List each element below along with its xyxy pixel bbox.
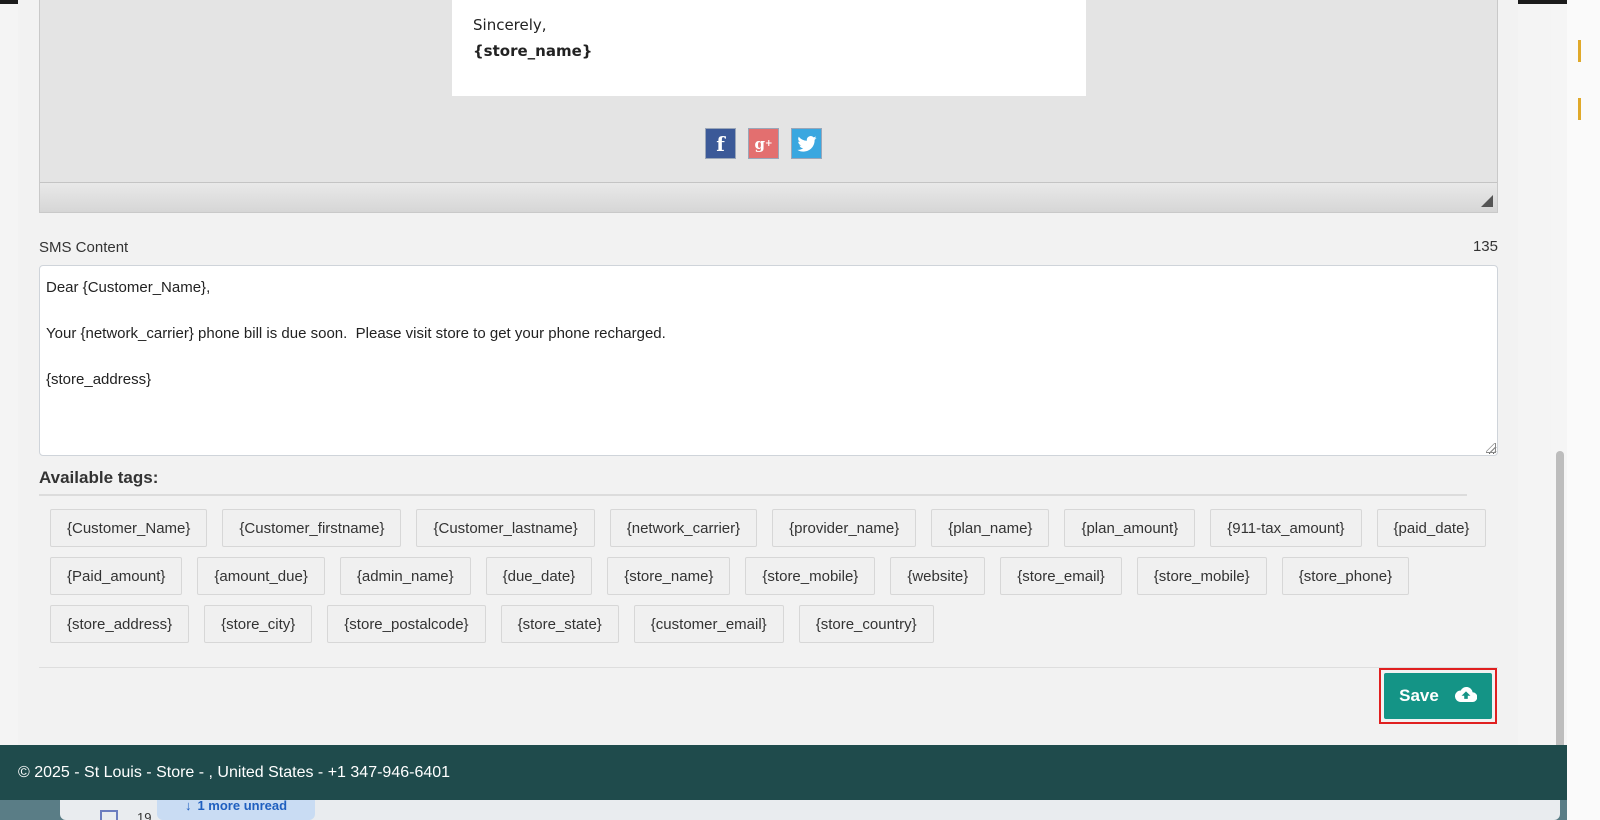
- tag-chip[interactable]: {Customer_lastname}: [416, 509, 595, 547]
- tag-chip[interactable]: {store_country}: [798, 605, 934, 643]
- tag-chip[interactable]: {Paid_amount}: [50, 557, 183, 595]
- background-marker: [1578, 98, 1581, 120]
- facebook-icon[interactable]: f: [705, 128, 736, 159]
- available-tags-title: Available tags:: [39, 468, 159, 487]
- footer-text: © 2025 - St Louis - Store - , United Sta…: [18, 763, 451, 781]
- tag-chip[interactable]: {due_date}: [485, 557, 593, 595]
- tags-list: {Customer_Name} {Customer_firstname} {Cust…: [50, 509, 1490, 643]
- social-icons: f g +: [705, 128, 822, 159]
- cloud-upload-icon: [1454, 686, 1478, 707]
- background-marker: [1578, 40, 1581, 62]
- page-footer: © 2025 - St Louis - Store - , United Sta…: [0, 745, 1567, 800]
- grid-icon: [100, 810, 118, 820]
- tag-chip[interactable]: {store_postalcode}: [327, 605, 486, 643]
- sms-content-textarea[interactable]: Dear {Customer_Name}, Your {network_carr…: [39, 265, 1498, 456]
- tag-chip[interactable]: {store_name}: [607, 557, 731, 595]
- textarea-resize-handle[interactable]: [1486, 443, 1496, 453]
- email-template-preview: Sincerely, {store_name} f g +: [39, 0, 1498, 213]
- email-body-card: Sincerely, {store_name}: [452, 0, 1086, 96]
- tag-chip[interactable]: {provider_name}: [772, 509, 917, 547]
- tags-divider: [39, 494, 1467, 496]
- vertical-scrollbar[interactable]: [1551, 4, 1567, 800]
- tag-chip[interactable]: {paid_date}: [1376, 509, 1487, 547]
- tag-chip[interactable]: {store_mobile}: [1136, 557, 1267, 595]
- sms-content-label: SMS Content: [39, 239, 129, 256]
- background-right-edge: [1567, 0, 1600, 820]
- background-number: 19: [137, 810, 152, 820]
- tag-chip[interactable]: {store_address}: [50, 605, 190, 643]
- tag-chip[interactable]: {store_mobile}: [745, 557, 876, 595]
- google-plus-icon[interactable]: g +: [748, 128, 779, 159]
- tag-chip[interactable]: {store_phone}: [1281, 557, 1410, 595]
- editor-status-bar: [40, 182, 1497, 212]
- tag-chip[interactable]: {911-tax_amount}: [1210, 509, 1362, 547]
- twitter-icon[interactable]: [791, 128, 822, 159]
- save-label: Save: [1399, 686, 1439, 705]
- tag-chip[interactable]: {Customer_Name}: [50, 509, 208, 547]
- tag-chip[interactable]: {plan_amount}: [1064, 509, 1196, 547]
- tag-chip[interactable]: {store_city}: [204, 605, 313, 643]
- tag-chip[interactable]: {customer_email}: [633, 605, 784, 643]
- email-closing: Sincerely,: [473, 16, 547, 34]
- tag-chip[interactable]: {website}: [890, 557, 986, 595]
- tag-chip[interactable]: {network_carrier}: [609, 509, 758, 547]
- tag-chip[interactable]: {store_email}: [1000, 557, 1122, 595]
- sms-character-count: 135: [1472, 238, 1498, 255]
- tag-chip[interactable]: {admin_name}: [339, 557, 471, 595]
- tag-chip[interactable]: {plan_name}: [931, 509, 1050, 547]
- tag-chip[interactable]: {store_state}: [500, 605, 619, 643]
- email-store-name: {store_name}: [473, 42, 593, 60]
- save-button[interactable]: Save: [1384, 673, 1492, 719]
- tag-chip[interactable]: {Customer_firstname}: [222, 509, 402, 547]
- editor-resize-handle[interactable]: [1481, 195, 1493, 207]
- actions-divider: [39, 667, 1498, 668]
- tag-chip[interactable]: {amount_due}: [197, 557, 325, 595]
- app-window: Sincerely, {store_name} f g + SMS Content…: [0, 0, 1567, 800]
